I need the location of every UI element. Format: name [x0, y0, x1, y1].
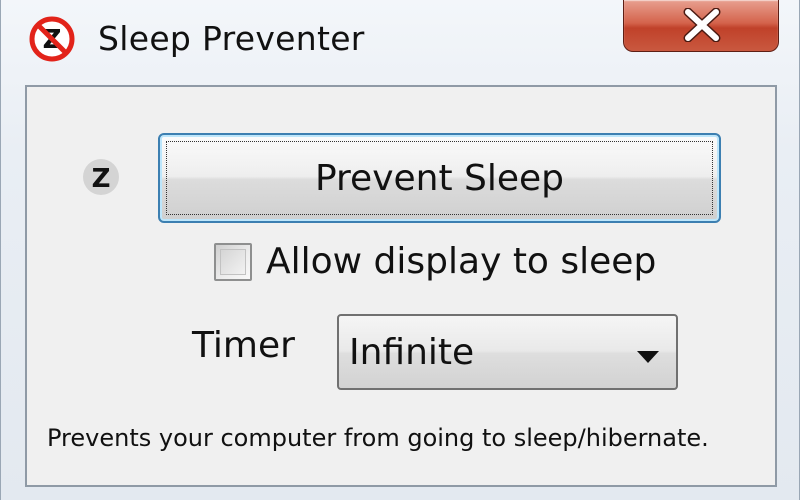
no-sleep-icon: Z	[25, 16, 79, 62]
prevent-sleep-button[interactable]: Prevent Sleep	[158, 133, 721, 223]
app-window: Z Sleep Preventer Z Prevent Sleep Allow …	[0, 0, 800, 500]
window-title: Sleep Preventer	[98, 19, 365, 58]
allow-display-checkbox[interactable]	[214, 243, 252, 281]
timer-label: Timer	[192, 325, 295, 366]
close-icon	[683, 8, 721, 42]
title-bar[interactable]: Z Sleep Preventer	[1, 0, 800, 80]
chevron-down-icon	[637, 348, 659, 367]
description-text: Prevents your computer from going to sle…	[47, 424, 709, 452]
prevent-sleep-label: Prevent Sleep	[314, 158, 565, 199]
timer-dropdown[interactable]: Infinite	[337, 314, 678, 390]
timer-selected-value: Infinite	[349, 332, 475, 373]
sleep-z-icon: Z	[81, 157, 121, 197]
svg-text:Z: Z	[92, 164, 111, 194]
close-button[interactable]	[623, 0, 779, 52]
allow-display-label[interactable]: Allow display to sleep	[266, 238, 656, 286]
